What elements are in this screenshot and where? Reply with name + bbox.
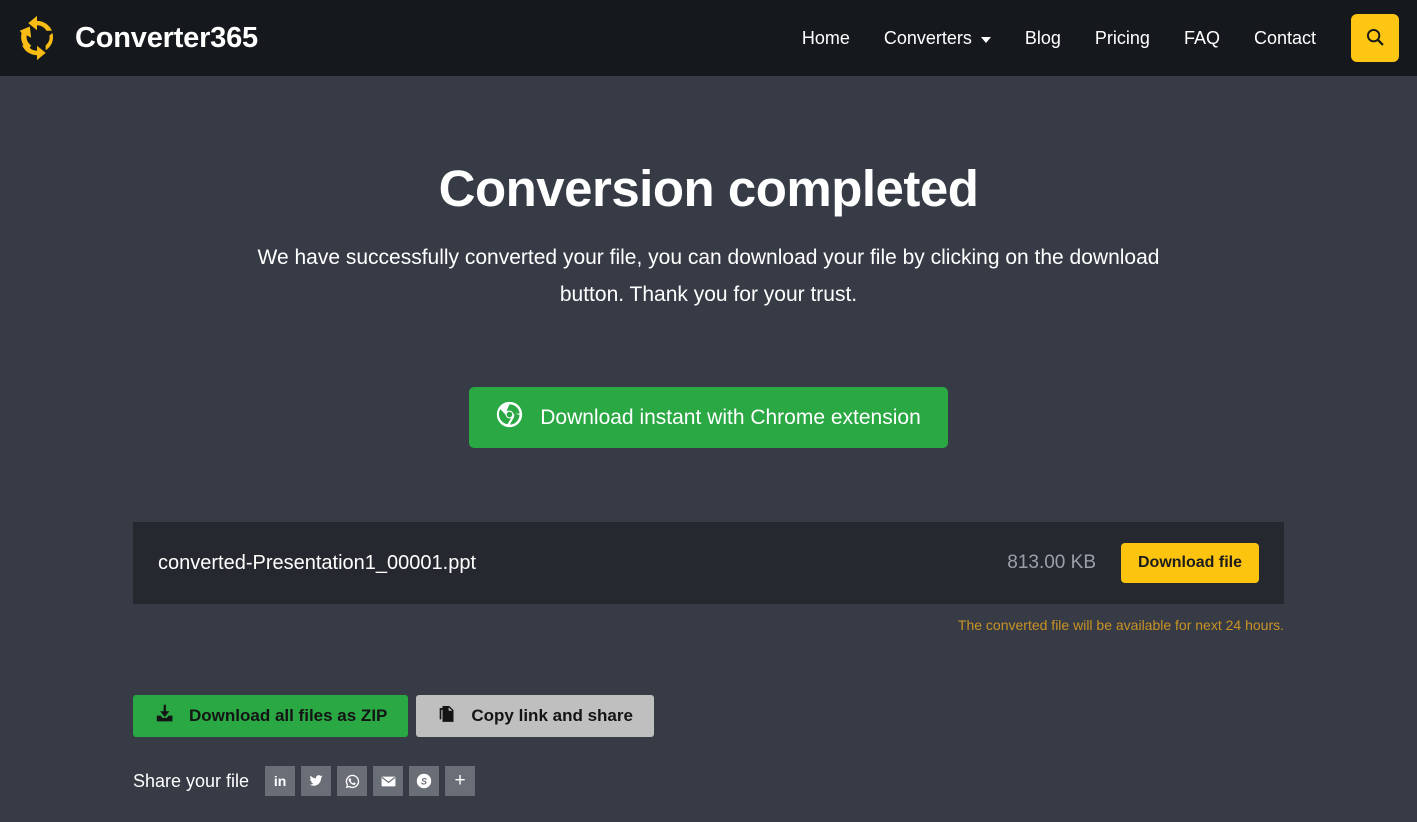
linkedin-icon[interactable]: in <box>265 766 295 796</box>
hero-subtitle: We have successfully converted your file… <box>254 239 1164 314</box>
download-all-zip-button[interactable]: Download all files as ZIP <box>133 695 408 737</box>
nav-label: Converters <box>884 28 972 49</box>
skype-icon[interactable]: S <box>409 766 439 796</box>
download-chrome-extension-button[interactable]: Download instant with Chrome extension <box>469 387 948 448</box>
chrome-cta-wrapper: Download instant with Chrome extension <box>0 387 1417 448</box>
file-name: converted-Presentation1_00001.ppt <box>158 552 476 575</box>
more-share-icon[interactable]: + <box>445 766 475 796</box>
nav-label: Contact <box>1254 28 1316 49</box>
file-row: converted-Presentation1_00001.ppt 813.00… <box>133 522 1284 604</box>
file-results-section: converted-Presentation1_00001.ppt 813.00… <box>133 522 1284 796</box>
page-title: Conversion completed <box>0 162 1417 216</box>
main-navigation: Home Converters Blog Pricing FAQ Contact <box>785 14 1399 62</box>
copy-icon <box>437 704 457 729</box>
nav-item-contact[interactable]: Contact <box>1237 20 1333 57</box>
nav-item-blog[interactable]: Blog <box>1008 20 1078 57</box>
hero-section: Conversion completed We have successfull… <box>0 76 1417 313</box>
brand-logo-link[interactable]: Converter365 <box>12 13 258 63</box>
share-row: Share your file in <box>133 766 1284 796</box>
email-icon[interactable] <box>373 766 403 796</box>
search-button[interactable] <box>1351 14 1399 62</box>
expiry-notice: The converted file will be available for… <box>133 617 1284 633</box>
site-header: Converter365 Home Converters Blog Pricin… <box>0 0 1417 76</box>
nav-label: FAQ <box>1184 28 1220 49</box>
svg-text:S: S <box>421 777 427 787</box>
brand-name: Converter365 <box>75 22 258 55</box>
twitter-icon[interactable] <box>301 766 331 796</box>
nav-label: Home <box>802 28 850 49</box>
nav-item-pricing[interactable]: Pricing <box>1078 20 1167 57</box>
chevron-down-icon <box>981 37 991 43</box>
whatsapp-icon[interactable] <box>337 766 367 796</box>
chrome-icon <box>496 401 523 434</box>
search-icon <box>1364 26 1386 51</box>
copy-label: Copy link and share <box>471 706 633 726</box>
bulk-actions: Download all files as ZIP Copy link and … <box>133 695 1284 737</box>
zip-label: Download all files as ZIP <box>189 706 387 726</box>
nav-item-home[interactable]: Home <box>785 20 867 57</box>
file-row-actions: 813.00 KB Download file <box>1007 543 1259 583</box>
main-content: Conversion completed We have successfull… <box>0 76 1417 822</box>
refresh-arrows-icon <box>12 13 62 63</box>
download-file-button[interactable]: Download file <box>1121 543 1259 583</box>
linkedin-glyph: in <box>274 773 286 789</box>
chrome-cta-label: Download instant with Chrome extension <box>540 406 921 430</box>
nav-label: Pricing <box>1095 28 1150 49</box>
nav-item-converters[interactable]: Converters <box>867 20 1008 57</box>
file-size: 813.00 KB <box>1007 552 1096 574</box>
share-icons: in <box>265 766 475 796</box>
share-label: Share your file <box>133 771 249 792</box>
download-icon <box>154 703 175 729</box>
nav-label: Blog <box>1025 28 1061 49</box>
copy-link-share-button[interactable]: Copy link and share <box>416 695 654 737</box>
nav-item-faq[interactable]: FAQ <box>1167 20 1237 57</box>
plus-glyph: + <box>455 770 466 792</box>
